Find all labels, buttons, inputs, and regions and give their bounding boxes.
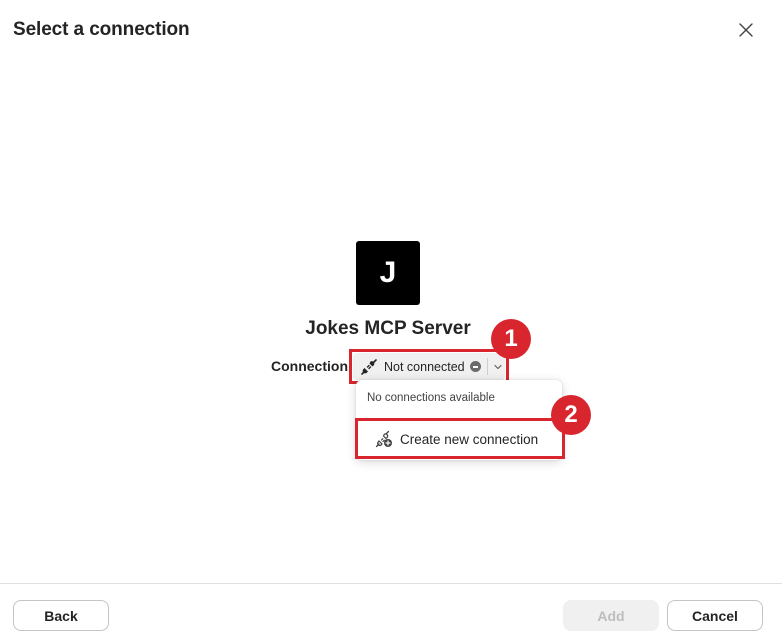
plug-add-icon — [374, 429, 394, 449]
cancel-button[interactable]: Cancel — [667, 600, 763, 631]
connection-dropdown[interactable]: Not connected — [353, 353, 505, 380]
chevron-down-icon — [492, 361, 504, 373]
step-badge-1: 1 — [491, 319, 531, 359]
no-connections-message: No connections available — [367, 392, 495, 404]
create-new-connection-item[interactable]: Create new connection — [360, 426, 558, 452]
back-button[interactable]: Back — [13, 600, 109, 631]
create-new-connection-label: Create new connection — [400, 431, 539, 447]
server-logo: J — [356, 241, 420, 305]
select-connection-dialog: Select a connection J Jokes MCP Server C… — [0, 0, 782, 637]
connection-menu: No connections available Create new conn… — [356, 380, 562, 460]
close-icon — [739, 23, 753, 37]
connection-status-text: Not connected — [384, 359, 465, 374]
server-name: Jokes MCP Server — [305, 318, 471, 339]
close-button[interactable] — [733, 17, 759, 43]
step-badge-2: 2 — [551, 395, 591, 435]
dialog-title: Select a connection — [13, 19, 190, 40]
connection-label: Connection — [271, 358, 348, 374]
minus-circle-icon — [469, 361, 481, 372]
server-logo-letter: J — [379, 256, 397, 289]
dropdown-divider — [486, 358, 488, 375]
plug-disconnected-icon — [359, 357, 379, 377]
add-button[interactable]: Add — [563, 600, 659, 631]
footer-divider — [0, 583, 782, 584]
